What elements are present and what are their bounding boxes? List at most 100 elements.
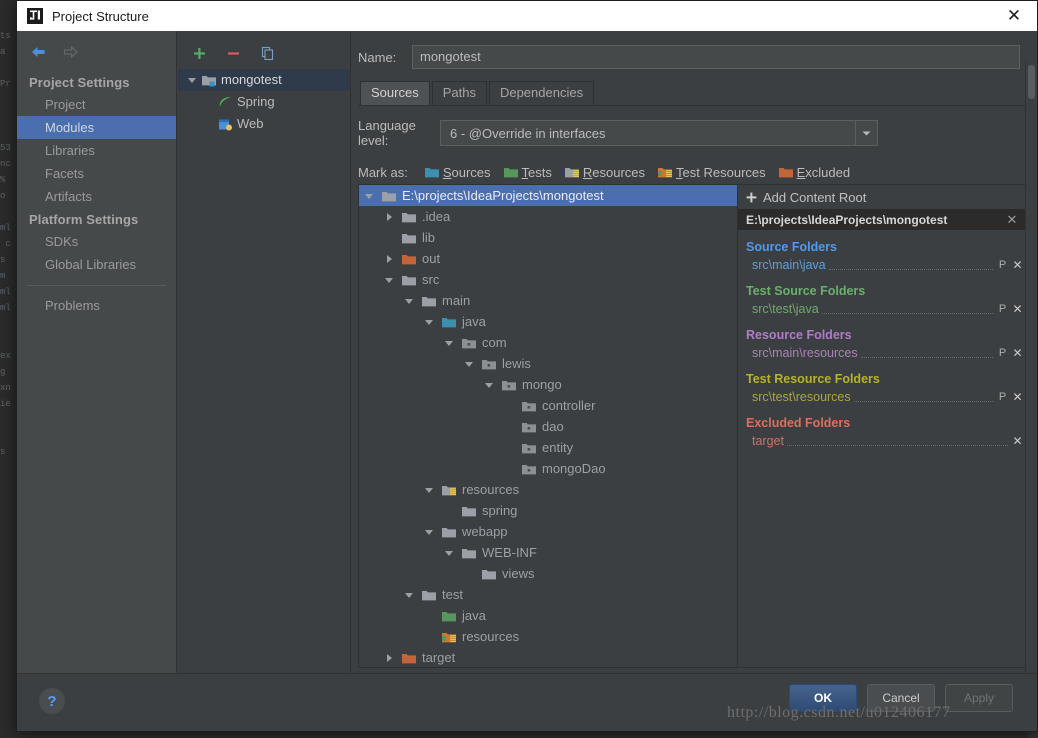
mark-as-resources-button[interactable]: Resources <box>564 165 645 180</box>
arrow-forward-icon[interactable] <box>61 43 79 61</box>
intellij-logo-icon <box>27 8 43 24</box>
chevron-right-icon[interactable] <box>379 653 399 663</box>
chevron-right-icon[interactable] <box>379 212 399 222</box>
module-row[interactable]: Spring <box>178 91 350 113</box>
tree-row[interactable]: src <box>359 269 737 290</box>
tree-row[interactable]: java <box>359 311 737 332</box>
tree-row[interactable]: mongoDao <box>359 458 737 479</box>
module-row[interactable]: mongotest <box>178 69 350 91</box>
tree-row[interactable]: com <box>359 332 737 353</box>
mark-as-excluded-button[interactable]: Excluded <box>778 165 850 180</box>
properties-icon[interactable]: P <box>995 303 1010 315</box>
sidebar-item-facets[interactable]: Facets <box>17 162 176 185</box>
tree-row[interactable]: lewis <box>359 353 737 374</box>
minus-icon[interactable] <box>224 44 242 62</box>
sidebar-item-project[interactable]: Project <box>17 93 176 116</box>
folder-path-row[interactable]: src\main\resources P ✕ <box>738 343 1025 362</box>
tree-row-label: java <box>462 314 486 329</box>
tab-dependencies[interactable]: Dependencies <box>488 81 595 105</box>
scrollbar-thumb[interactable] <box>1028 65 1035 99</box>
chevron-down-icon[interactable] <box>399 590 419 600</box>
sidebar-item-problems[interactable]: Problems <box>17 294 176 317</box>
tab-paths[interactable]: Paths <box>431 81 487 105</box>
content-root-tree[interactable]: E:\projects\IdeaProjects\mongotest .idea l… <box>359 185 737 667</box>
chevron-down-icon[interactable] <box>399 296 419 306</box>
tree-row[interactable]: main <box>359 290 737 311</box>
folder-path-row[interactable]: target ✕ <box>738 431 1025 450</box>
close-icon[interactable]: ✕ <box>997 2 1031 30</box>
chevron-down-icon[interactable] <box>459 359 479 369</box>
tree-row[interactable]: out <box>359 248 737 269</box>
tree-row[interactable]: mongo <box>359 374 737 395</box>
plus-icon[interactable] <box>190 44 208 62</box>
tab-sources[interactable]: Sources <box>360 81 430 105</box>
mark-as-tests-button[interactable]: Tests <box>503 165 552 180</box>
ok-button[interactable]: OK <box>789 684 857 712</box>
tree-row[interactable]: resources <box>359 479 737 500</box>
mark-as-sources-button[interactable]: Sources <box>424 165 491 180</box>
sidebar-item-libraries[interactable]: Libraries <box>17 139 176 162</box>
copy-icon[interactable] <box>258 44 276 62</box>
remove-x-icon[interactable]: ✕ <box>1010 346 1025 360</box>
add-content-root-button[interactable]: Add Content Root <box>738 185 1025 209</box>
tree-row[interactable]: test <box>359 584 737 605</box>
chevron-down-icon[interactable] <box>419 485 439 495</box>
chevron-down-icon[interactable] <box>855 121 877 145</box>
dialog-scrollbar[interactable] <box>1025 61 1037 674</box>
tree-row[interactable]: WEB-INF <box>359 542 737 563</box>
properties-icon[interactable]: P <box>995 347 1010 359</box>
tree-row[interactable]: E:\projects\IdeaProjects\mongotest <box>359 185 737 206</box>
chevron-down-icon[interactable] <box>419 317 439 327</box>
folder-path-row[interactable]: src\test\java P ✕ <box>738 299 1025 318</box>
tree-row-label: entity <box>542 440 574 455</box>
folder-path-row[interactable]: src\main\java P ✕ <box>738 255 1025 274</box>
tree-row[interactable]: resources <box>359 626 737 647</box>
remove-x-icon[interactable]: ✕ <box>1010 302 1025 316</box>
folder-plain-icon <box>439 525 459 539</box>
tree-row[interactable]: controller <box>359 395 737 416</box>
tree-row[interactable]: views <box>359 563 737 584</box>
remove-content-root-icon[interactable]: ✕ <box>1003 212 1021 228</box>
chevron-down-icon[interactable] <box>359 191 379 201</box>
module-row[interactable]: Web <box>178 113 350 135</box>
cancel-button[interactable]: Cancel <box>867 684 935 712</box>
properties-icon[interactable]: P <box>995 259 1010 271</box>
remove-x-icon[interactable]: ✕ <box>1010 258 1025 272</box>
tree-row-label: lewis <box>502 356 531 371</box>
arrow-back-icon[interactable] <box>29 43 47 61</box>
tree-row[interactable]: .idea <box>359 206 737 227</box>
language-level-select[interactable]: 6 - @Override in interfaces <box>440 120 878 146</box>
properties-icon[interactable]: P <box>995 391 1010 403</box>
tree-row[interactable]: entity <box>359 437 737 458</box>
folder-package-icon <box>499 378 519 392</box>
mark-as-label: Tests <box>521 164 552 180</box>
chevron-down-icon[interactable] <box>479 380 499 390</box>
chevron-down-icon[interactable] <box>184 75 200 85</box>
sidebar-item-artifacts[interactable]: Artifacts <box>17 185 176 208</box>
mark-as-test-resources-button[interactable]: Test Resources <box>657 165 766 180</box>
folder-path-row[interactable]: src\test\resources P ✕ <box>738 387 1025 406</box>
chevron-right-icon[interactable] <box>379 254 399 264</box>
tree-row[interactable]: dao <box>359 416 737 437</box>
module-name-input[interactable]: mongotest <box>412 45 1020 69</box>
tree-row[interactable]: webapp <box>359 521 737 542</box>
tree-row[interactable]: spring <box>359 500 737 521</box>
tree-row[interactable]: lib <box>359 227 737 248</box>
sidebar-nav-buttons <box>17 39 176 71</box>
folder-plain-icon <box>419 294 439 308</box>
sidebar-item-modules[interactable]: Modules <box>17 116 176 139</box>
remove-x-icon[interactable]: ✕ <box>1010 390 1025 404</box>
chevron-down-icon[interactable] <box>419 527 439 537</box>
mark-as-label: Excluded <box>796 164 851 180</box>
remove-x-icon[interactable]: ✕ <box>1010 434 1025 448</box>
sidebar-item-sdks[interactable]: SDKs <box>17 230 176 253</box>
chevron-down-icon[interactable] <box>379 275 399 285</box>
tree-row[interactable]: target <box>359 647 737 667</box>
help-icon[interactable]: ? <box>39 688 65 714</box>
mark-as-label: Sources <box>442 164 491 180</box>
sidebar-item-global-libraries[interactable]: Global Libraries <box>17 253 176 276</box>
content-root-header: E:\projects\IdeaProjects\mongotest ✕ <box>738 209 1025 230</box>
chevron-down-icon[interactable] <box>439 338 459 348</box>
chevron-down-icon[interactable] <box>439 548 459 558</box>
tree-row[interactable]: java <box>359 605 737 626</box>
